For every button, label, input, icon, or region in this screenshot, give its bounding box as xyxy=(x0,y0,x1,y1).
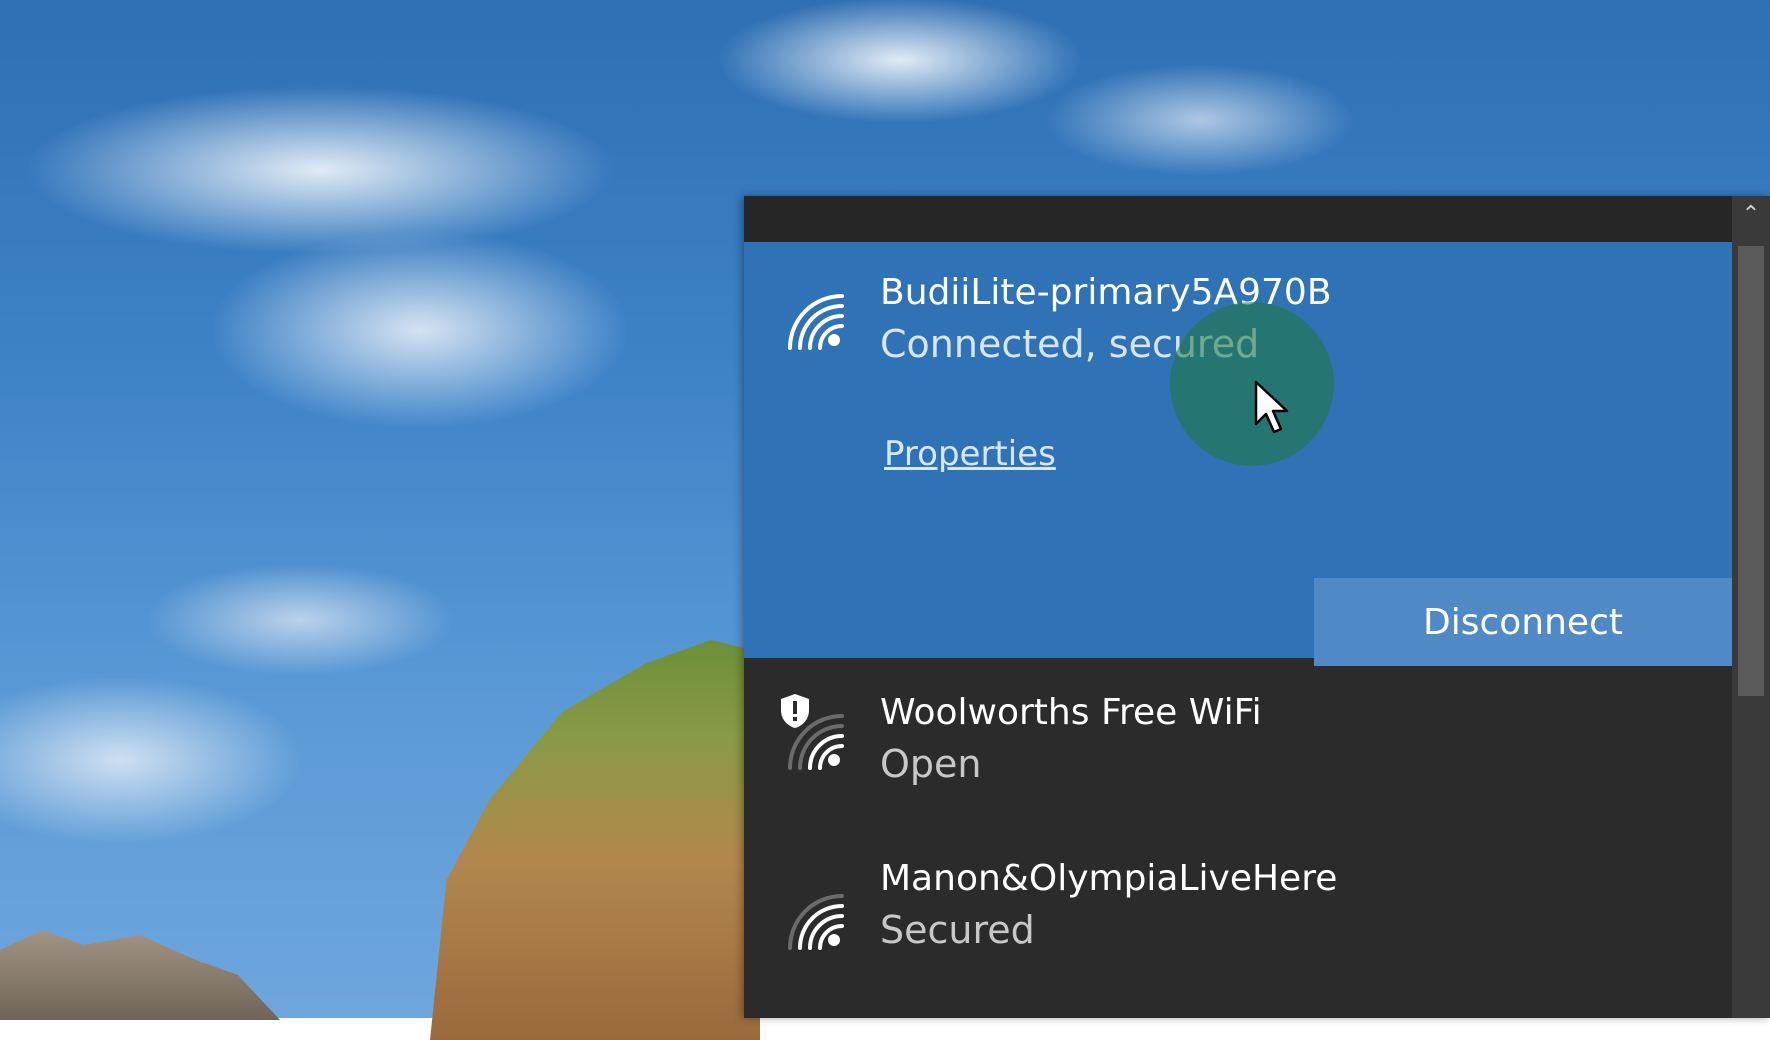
chevron-up-icon[interactable]: ⌃ xyxy=(1732,196,1770,234)
network-list-item[interactable]: Woolworths Free WiFi Open xyxy=(744,658,1732,838)
wallpaper-rocks xyxy=(0,930,280,1020)
network-name: Woolworths Free WiFi xyxy=(880,692,1262,733)
flyout-scrollbar[interactable]: ⌃ xyxy=(1732,196,1770,1018)
disconnect-button[interactable]: Disconnect xyxy=(1314,578,1732,666)
wifi-icon xyxy=(788,714,844,770)
wallpaper-cliff xyxy=(430,640,760,1040)
network-status: Secured xyxy=(880,908,1035,952)
flyout-header-bar xyxy=(744,196,1732,242)
wifi-icon xyxy=(788,894,844,950)
properties-link[interactable]: Properties xyxy=(884,434,1056,474)
network-name: Manon&OlympiaLiveHere xyxy=(880,858,1338,899)
mouse-pointer-icon xyxy=(1254,380,1289,434)
network-list-item[interactable]: Manon&OlympiaLiveHere Secured xyxy=(744,838,1732,1018)
wifi-icon xyxy=(788,294,844,350)
network-status: Open xyxy=(880,742,982,786)
scrollbar-thumb[interactable] xyxy=(1738,246,1764,696)
